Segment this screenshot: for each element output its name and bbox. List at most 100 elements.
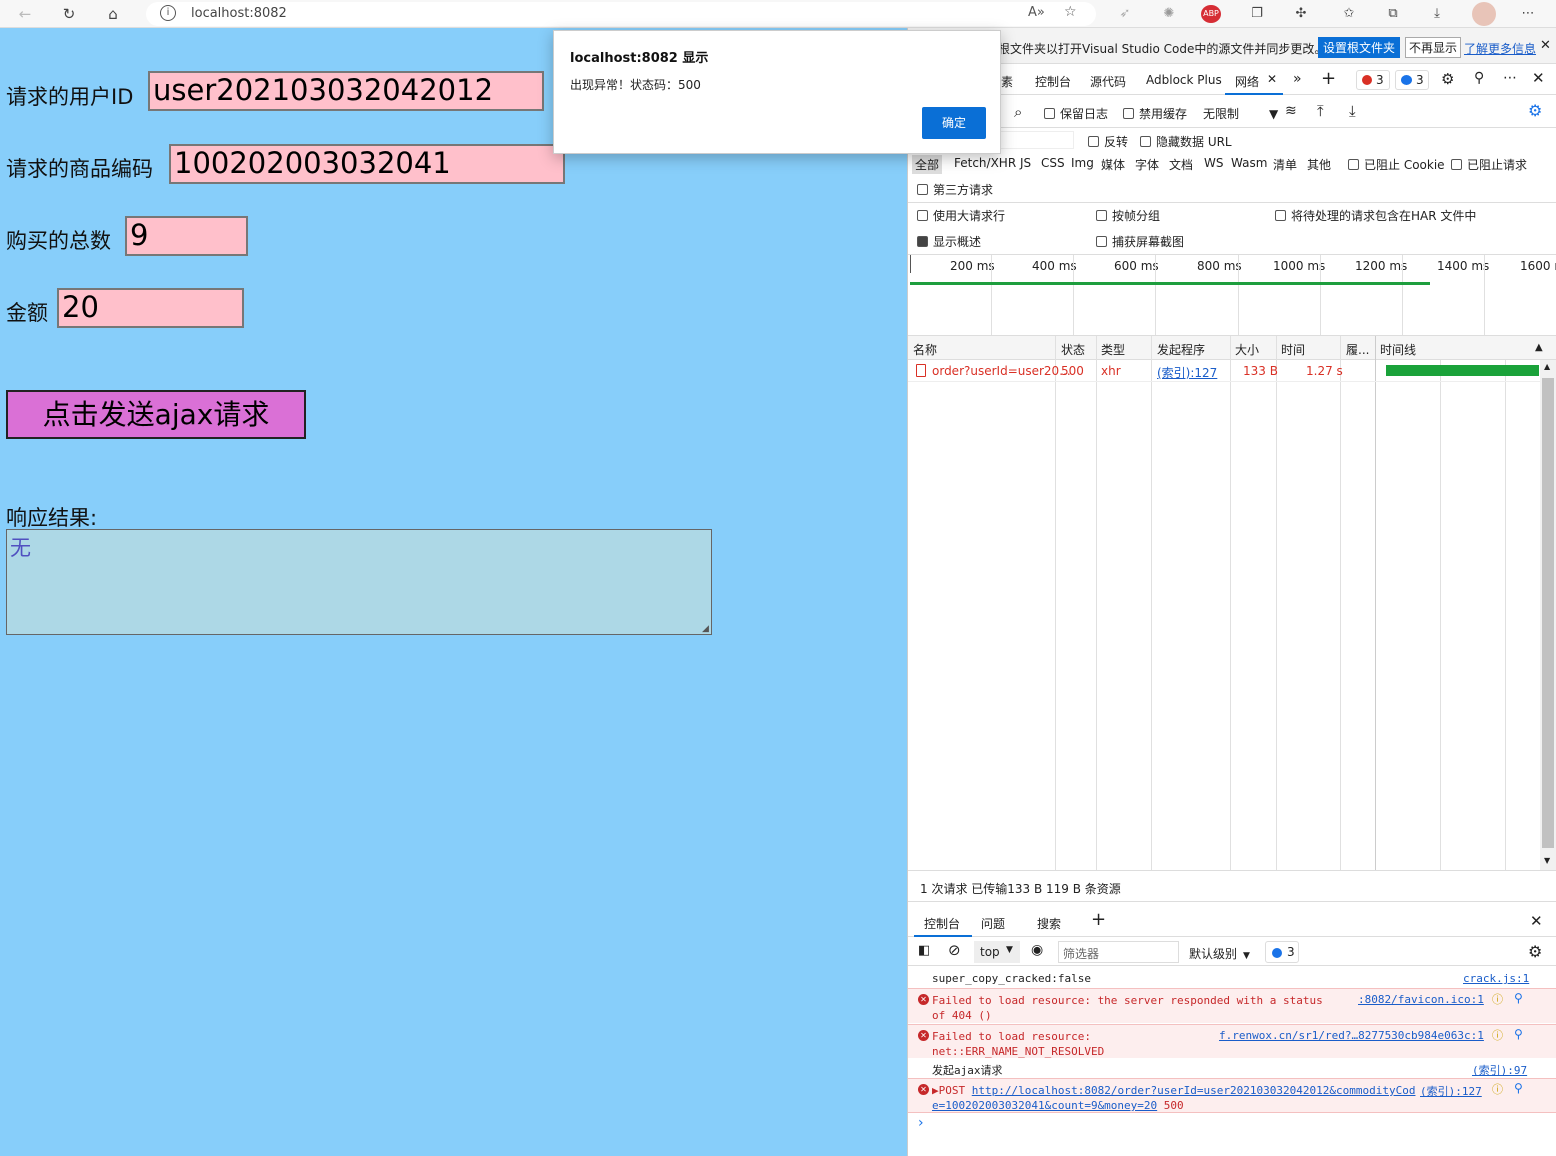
- filter-doc[interactable]: 文档: [1169, 156, 1193, 173]
- export-har-icon[interactable]: ⤓: [1349, 102, 1356, 120]
- profile-avatar[interactable]: [1472, 2, 1496, 26]
- issues-counter[interactable]: 3: [1265, 941, 1299, 963]
- extensions-icon[interactable]: ✣: [1290, 4, 1312, 24]
- blocked-cookies-checkbox[interactable]: 已阻止 Cookie: [1348, 156, 1445, 173]
- more-options-icon[interactable]: ⋯: [1503, 70, 1517, 86]
- more-tabs-icon[interactable]: »: [1293, 71, 1302, 87]
- group-by-frame-checkbox[interactable]: 按帧分组: [1096, 207, 1160, 224]
- col-time[interactable]: 时间: [1281, 341, 1305, 358]
- hide-data-urls-checkbox[interactable]: 隐藏数据 URL: [1140, 133, 1232, 150]
- back-icon[interactable]: ←: [14, 3, 36, 25]
- add-drawer-tab-icon[interactable]: +: [1091, 909, 1106, 930]
- commodity-input[interactable]: 100202003032041: [169, 144, 565, 184]
- settings-icon[interactable]: ⚙: [1441, 70, 1454, 88]
- add-tab-icon[interactable]: +: [1321, 68, 1336, 89]
- tab-adblock-plus[interactable]: Adblock Plus: [1146, 73, 1222, 87]
- context-select[interactable]: top ▼: [974, 941, 1020, 963]
- col-name[interactable]: 名称: [913, 341, 937, 358]
- request-initiator-link[interactable]: (索引):127: [1157, 364, 1217, 381]
- show-overview-checkbox[interactable]: 显示概述: [917, 233, 981, 250]
- disable-cache-checkbox[interactable]: 禁用缓存: [1123, 105, 1187, 122]
- filter-wasm[interactable]: Wasm: [1231, 156, 1267, 170]
- col-fulfilled[interactable]: 履...: [1346, 341, 1369, 358]
- search-icon[interactable]: ⌕: [1014, 103, 1022, 121]
- live-expression-eye-icon[interactable]: ◉: [1031, 942, 1043, 958]
- search-icon[interactable]: ⚲: [1514, 1081, 1523, 1095]
- collections-icon[interactable]: ❐: [1246, 4, 1268, 24]
- search-icon[interactable]: ⚲: [1514, 1027, 1523, 1041]
- filter-other[interactable]: 其他: [1307, 156, 1331, 173]
- send-ajax-button[interactable]: 点击发送ajax请求: [6, 390, 306, 439]
- info-icon[interactable]: i: [160, 5, 176, 21]
- drawer-tab-console[interactable]: 控制台: [914, 906, 972, 937]
- tab-sources[interactable]: 源代码: [1090, 73, 1126, 90]
- tab-network[interactable]: 网络 ✕: [1225, 65, 1283, 95]
- insights-icon[interactable]: ⓘ: [1492, 1081, 1503, 1097]
- money-input[interactable]: 20: [57, 288, 244, 328]
- col-type[interactable]: 类型: [1101, 341, 1125, 358]
- address-bar[interactable]: i localhost:8082 A» ☆: [146, 2, 1096, 26]
- feedback-icon[interactable]: ⚲: [1474, 70, 1484, 86]
- table-row[interactable]: order?userId=user20... 500 xhr (索引):127 …: [908, 360, 1540, 382]
- big-rows-checkbox[interactable]: 使用大请求行: [917, 207, 1005, 224]
- dont-show-again-button[interactable]: 不再显示: [1405, 37, 1462, 58]
- userid-input[interactable]: user202103032042012: [148, 71, 544, 111]
- col-size[interactable]: 大小: [1235, 341, 1259, 358]
- request-name[interactable]: order?userId=user20...: [932, 364, 1071, 378]
- scroll-thumb[interactable]: [1542, 378, 1554, 848]
- count-input[interactable]: 9: [125, 216, 248, 256]
- refresh-icon[interactable]: ↻: [58, 3, 80, 25]
- console-prompt[interactable]: ›: [918, 1115, 924, 1131]
- response-textarea[interactable]: 无: [6, 529, 712, 635]
- read-aloud-icon[interactable]: A»: [1028, 5, 1045, 20]
- tab-console[interactable]: 控制台: [1035, 73, 1071, 90]
- filter-media[interactable]: 媒体: [1101, 156, 1125, 173]
- insights-icon[interactable]: ⓘ: [1492, 991, 1503, 1007]
- console-source-link[interactable]: :8082/favicon.ico:1: [1358, 993, 1484, 1006]
- search-icon[interactable]: ⚲: [1514, 991, 1523, 1005]
- adblock-plus-icon[interactable]: ABP: [1201, 5, 1221, 23]
- close-tab-icon[interactable]: ✕: [1267, 72, 1277, 86]
- request-method[interactable]: ▶POST: [932, 1084, 965, 1097]
- console-source-link[interactable]: f.renwox.cn/sr1/red?…8277530cb984e063c:1: [1219, 1029, 1484, 1042]
- import-har-icon[interactable]: ⤒: [1317, 102, 1324, 120]
- more-menu-icon[interactable]: ⋯: [1517, 4, 1539, 24]
- favorite-add-icon[interactable]: ☆: [1064, 4, 1077, 20]
- downloads-icon[interactable]: ⤓: [1426, 4, 1448, 24]
- url-text[interactable]: localhost:8082: [191, 6, 287, 21]
- filter-js[interactable]: JS: [1020, 156, 1031, 170]
- drawer-tab-search[interactable]: 搜索: [1037, 915, 1061, 932]
- filter-ws[interactable]: WS: [1204, 156, 1223, 170]
- collections-add-icon[interactable]: ⧉: [1382, 4, 1404, 24]
- table-scrollbar[interactable]: ▲ ▼: [1540, 360, 1556, 870]
- sort-asc-icon[interactable]: ▲: [1535, 342, 1543, 353]
- learn-more-link[interactable]: 了解更多信息: [1464, 40, 1536, 57]
- message-counter[interactable]: 3: [1395, 70, 1429, 90]
- insights-icon[interactable]: ⓘ: [1492, 1027, 1503, 1043]
- network-settings-icon[interactable]: ⚙: [1528, 101, 1542, 120]
- filter-manifest[interactable]: 清单: [1273, 156, 1297, 173]
- clear-console-icon[interactable]: ⊘: [948, 941, 961, 959]
- online-wifi-icon[interactable]: ≋: [1285, 103, 1297, 119]
- col-waterfall[interactable]: 时间线: [1380, 341, 1416, 358]
- console-source-link[interactable]: (索引):97: [1472, 1062, 1527, 1078]
- filter-img[interactable]: Img: [1071, 156, 1094, 170]
- ok-button[interactable]: 确定: [922, 107, 986, 139]
- scroll-down-icon[interactable]: ▼: [1544, 856, 1550, 865]
- col-initiator[interactable]: 发起程序: [1157, 341, 1205, 358]
- error-counter[interactable]: 3: [1356, 70, 1390, 90]
- invert-checkbox[interactable]: 反转: [1088, 133, 1128, 150]
- console-source-link[interactable]: (索引):127: [1420, 1083, 1482, 1099]
- log-level-select[interactable]: 默认级别 ▼: [1189, 945, 1250, 962]
- home-icon[interactable]: ⌂: [102, 3, 124, 25]
- console-settings-icon[interactable]: ⚙: [1528, 942, 1542, 961]
- filter-fetch-xhr[interactable]: Fetch/XHR: [954, 156, 1016, 170]
- sidebar-toggle-icon[interactable]: ◧: [918, 943, 930, 958]
- extension-arrow-icon[interactable]: ➶: [1114, 4, 1136, 24]
- resize-handle-icon[interactable]: ◢: [702, 624, 709, 634]
- throttle-select[interactable]: 无限制 ▼: [1203, 105, 1278, 122]
- set-root-folder-button[interactable]: 设置根文件夹: [1318, 37, 1401, 58]
- console-source-link[interactable]: crack.js:1: [1463, 972, 1529, 985]
- capture-screenshots-checkbox[interactable]: 捕获屏幕截图: [1096, 233, 1184, 250]
- har-checkbox[interactable]: 将待处理的请求包含在HAR 文件中: [1275, 207, 1476, 224]
